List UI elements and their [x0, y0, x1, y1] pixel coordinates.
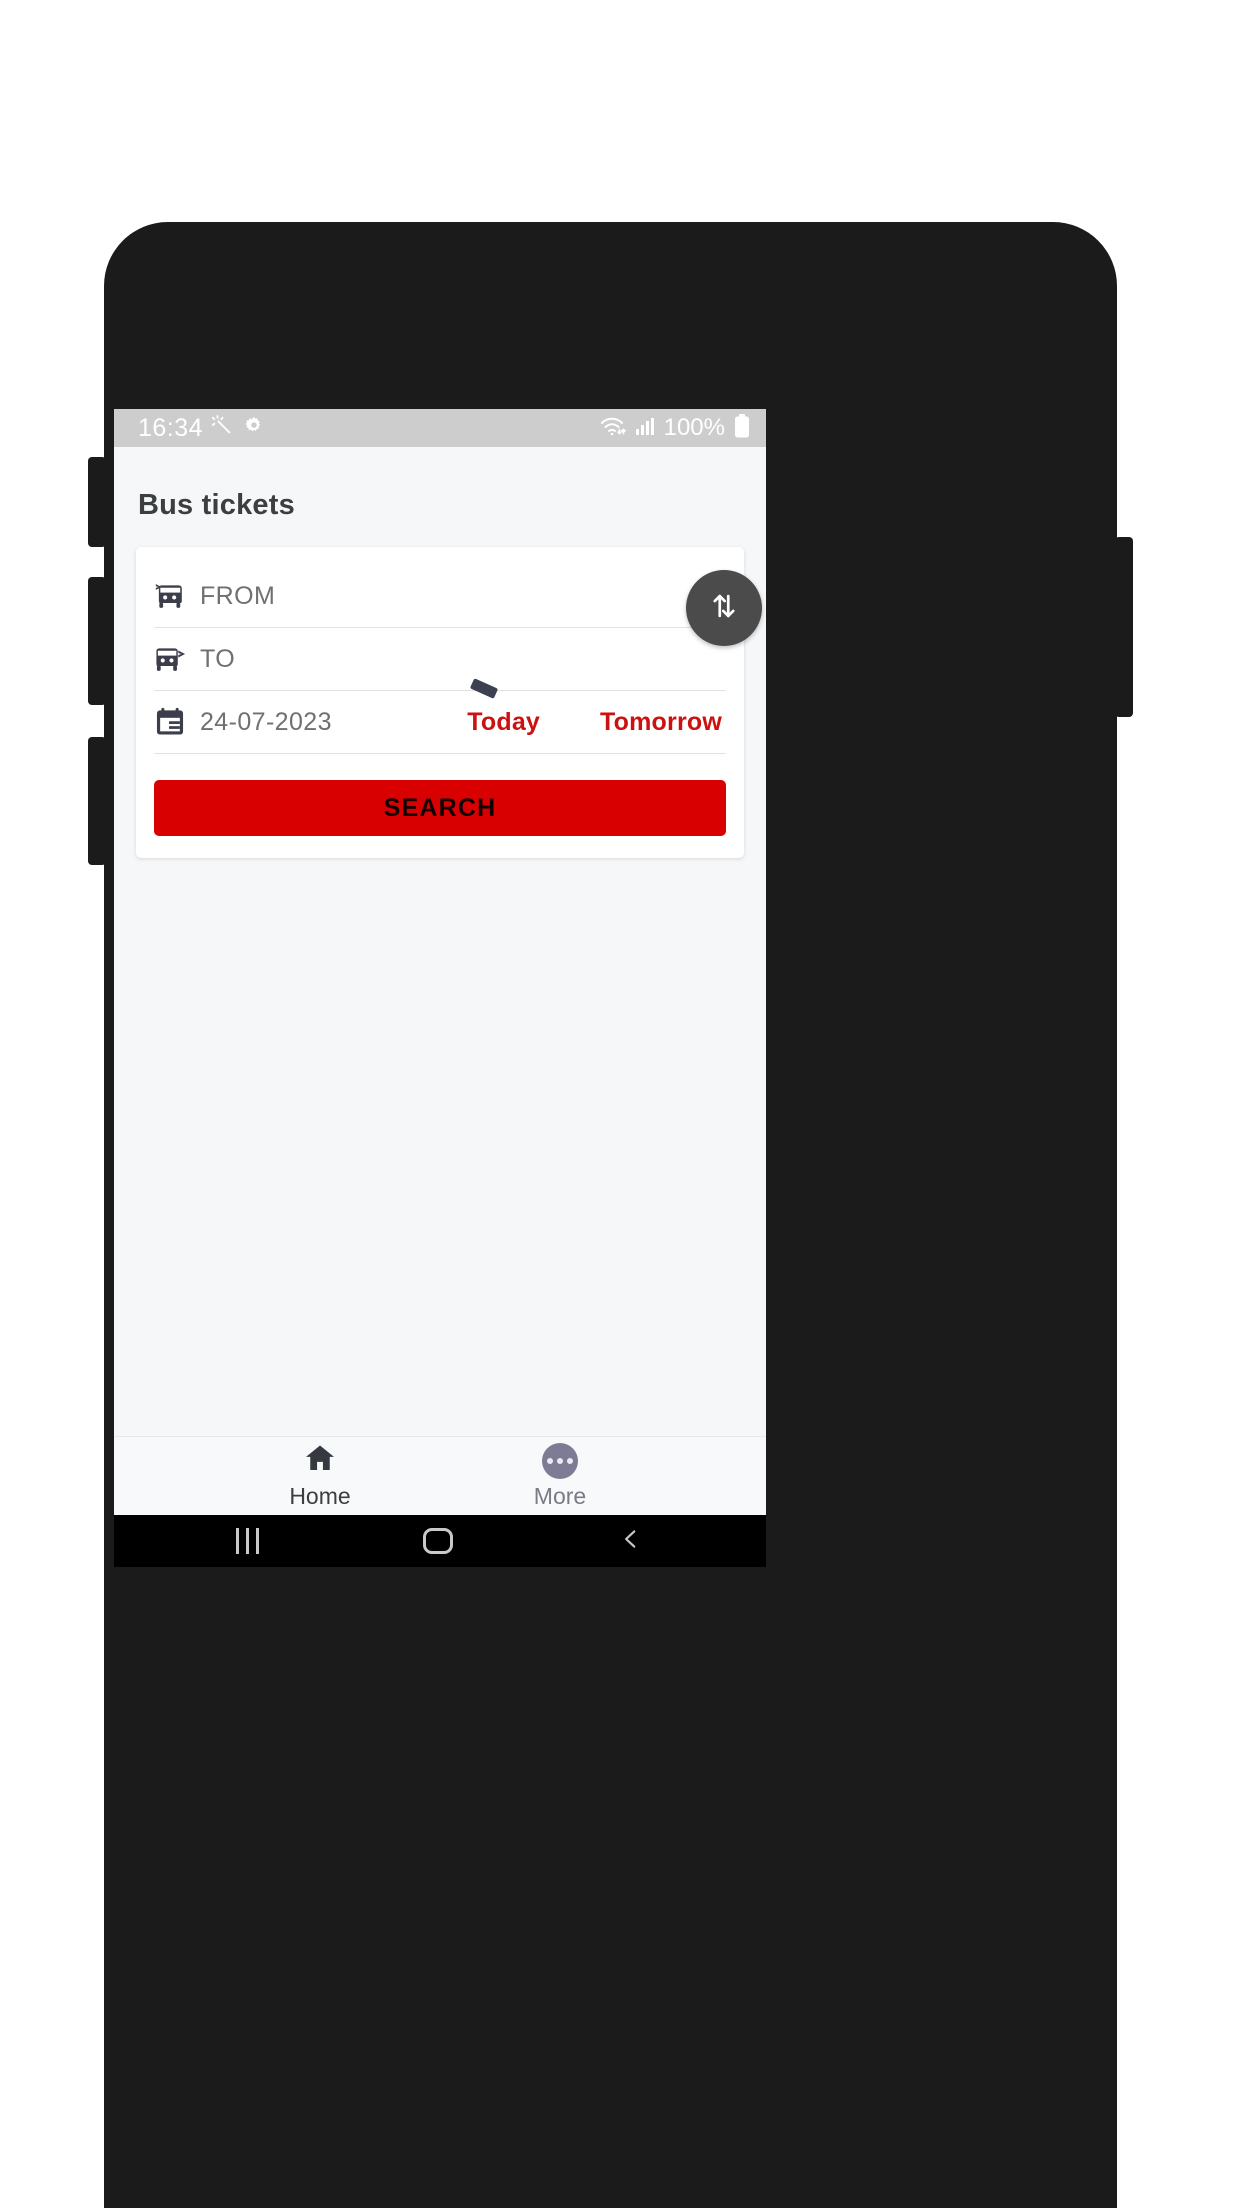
bar: [256, 1528, 260, 1554]
from-field-label: FROM: [200, 581, 276, 610]
dot: [547, 1457, 553, 1464]
phone-frame: 16:34 100% Bus tickets FROM TO 24-07-202…: [88, 222, 1133, 2208]
dot: [567, 1457, 573, 1464]
signal-bars-icon: [635, 416, 655, 441]
wifi-icon: [600, 415, 626, 442]
magic-wand-icon: [212, 414, 234, 442]
back-icon[interactable]: [618, 1524, 644, 1559]
nav-item-more[interactable]: More: [500, 1442, 620, 1510]
search-button-label: SEARCH: [383, 793, 497, 822]
power-button[interactable]: [1115, 537, 1133, 717]
page-title: Bus tickets: [138, 489, 295, 521]
date-field-row[interactable]: 24-07-2023 Today Tomorrow: [154, 691, 726, 754]
nav-item-more-label: More: [533, 1482, 587, 1509]
quick-date-tomorrow[interactable]: Tomorrow: [600, 708, 722, 737]
swap-vertical-arrows-icon: [707, 589, 741, 628]
status-bar: 16:34 100%: [114, 409, 766, 447]
dot: [557, 1457, 563, 1464]
calendar-icon: [154, 706, 200, 738]
to-field-row[interactable]: TO: [154, 628, 726, 691]
android-home-icon[interactable]: [423, 1528, 454, 1554]
volume-up-button[interactable]: [88, 457, 106, 547]
bus-departure-icon: [154, 579, 200, 613]
app-content: Bus tickets FROM TO 24-07-2023 Today Tom…: [114, 447, 766, 1567]
status-bar-left: 16:34: [138, 414, 265, 443]
nav-item-home-label: Home: [289, 1483, 351, 1509]
bixby-button[interactable]: [88, 737, 106, 865]
from-field-row[interactable]: FROM: [154, 565, 726, 628]
quick-date-today[interactable]: Today: [467, 708, 540, 737]
search-button[interactable]: SEARCH: [154, 780, 726, 836]
date-value: 24-07-2023: [200, 707, 332, 736]
home-icon: [303, 1442, 337, 1479]
bus-arrival-icon: [154, 642, 200, 676]
search-card: FROM TO 24-07-2023 Today Tomorrow SEARCH: [136, 547, 762, 858]
battery-percent-label: 100%: [663, 414, 725, 441]
bar: [236, 1528, 240, 1554]
bottom-navigation-bar: Home More: [114, 1436, 766, 1515]
phone-screen: 16:34 100% Bus tickets FROM TO 24-07-202…: [114, 409, 766, 1567]
gear-icon: [243, 415, 265, 442]
battery-icon: [734, 413, 750, 443]
more-dots-icon: [542, 1442, 578, 1479]
nav-item-home[interactable]: Home: [260, 1442, 380, 1510]
status-bar-right: 100%: [600, 413, 750, 443]
recents-icon[interactable]: [236, 1528, 260, 1554]
volume-down-button[interactable]: [88, 577, 106, 705]
to-field-label: TO: [200, 644, 236, 673]
android-navigation-bar: [114, 1515, 766, 1567]
swap-locations-button[interactable]: [686, 570, 762, 646]
bar: [246, 1528, 250, 1554]
status-bar-clock: 16:34: [138, 413, 204, 442]
